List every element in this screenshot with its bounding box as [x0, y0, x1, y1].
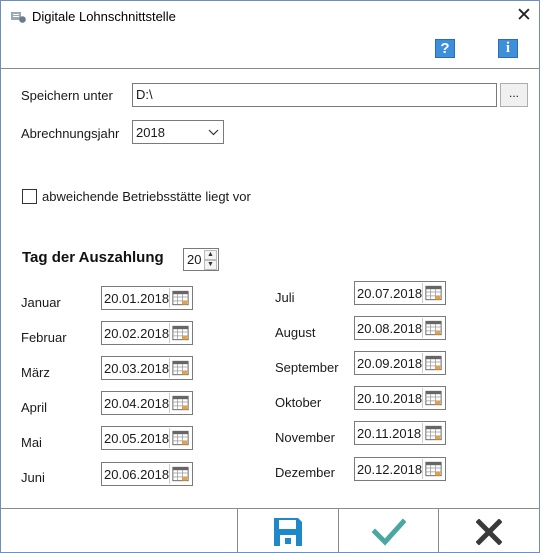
- chevron-down-icon: [208, 129, 219, 136]
- date-value: 20.02.2018: [104, 326, 170, 341]
- title-bar: Digitale Lohnschnittstelle ✕: [1, 1, 539, 32]
- date-input[interactable]: 20.10.2018: [354, 386, 446, 410]
- date-value: 20.06.2018: [104, 467, 170, 482]
- tag-value: 20: [187, 252, 202, 267]
- year-value: 2018: [136, 125, 165, 140]
- month-label: Januar: [21, 295, 61, 310]
- toolbar-divider: [1, 68, 539, 69]
- stepper-down-icon[interactable]: ▼: [204, 260, 217, 270]
- tag-stepper[interactable]: 20 ▲ ▼: [183, 248, 219, 271]
- calendar-icon[interactable]: [169, 393, 191, 413]
- month-label: September: [275, 360, 339, 375]
- date-value: 20.07.2018: [357, 286, 423, 301]
- betriebsstaette-checkbox[interactable]: [22, 189, 37, 204]
- date-value: 20.05.2018: [104, 431, 170, 446]
- calendar-icon[interactable]: [169, 428, 191, 448]
- stepper-up-icon[interactable]: ▲: [204, 250, 217, 260]
- date-input[interactable]: 20.05.2018: [101, 426, 193, 450]
- calendar-icon[interactable]: [422, 318, 444, 338]
- calendar-icon[interactable]: [169, 323, 191, 343]
- calendar-icon[interactable]: [422, 283, 444, 303]
- month-label: Juli: [275, 290, 295, 305]
- month-label: August: [275, 325, 316, 340]
- help-icon[interactable]: ?: [435, 39, 455, 58]
- calendar-icon[interactable]: [169, 358, 191, 378]
- date-input[interactable]: 20.06.2018: [101, 462, 193, 486]
- date-input[interactable]: 20.01.2018: [101, 286, 193, 310]
- checkbox-label: abweichende Betriebsstätte liegt vor: [42, 189, 251, 204]
- year-select[interactable]: 2018: [132, 120, 224, 144]
- month-label: Februar: [21, 330, 67, 345]
- save-button[interactable]: [238, 510, 338, 553]
- speichern-label: Speichern unter: [21, 88, 113, 103]
- date-value: 20.08.2018: [357, 321, 423, 336]
- calendar-icon[interactable]: [169, 464, 191, 484]
- month-label: Dezember: [275, 465, 335, 480]
- date-value: 20.01.2018: [104, 291, 170, 306]
- window-title: Digitale Lohnschnittstelle: [32, 9, 176, 24]
- calendar-icon[interactable]: [422, 388, 444, 408]
- date-input[interactable]: 20.07.2018: [354, 281, 446, 305]
- date-input[interactable]: 20.02.2018: [101, 321, 193, 345]
- month-label: April: [21, 400, 48, 415]
- ok-button[interactable]: [339, 510, 438, 553]
- date-value: 20.12.2018: [357, 462, 423, 477]
- date-value: 20.10.2018: [357, 391, 423, 406]
- calendar-icon[interactable]: [422, 423, 444, 443]
- save-icon: [274, 518, 302, 546]
- month-label: März: [21, 365, 50, 380]
- month-label: Mai: [21, 435, 42, 450]
- cancel-button[interactable]: [439, 510, 539, 553]
- calendar-icon[interactable]: [422, 459, 444, 479]
- date-input[interactable]: 20.11.2018: [354, 421, 446, 445]
- app-icon: [11, 12, 26, 23]
- info-icon[interactable]: i: [498, 39, 518, 58]
- footer-divider: [1, 508, 539, 509]
- date-value: 20.03.2018: [104, 361, 170, 376]
- date-input[interactable]: 20.12.2018: [354, 457, 446, 481]
- month-label: Oktober: [275, 395, 322, 410]
- path-input[interactable]: D:\: [132, 83, 497, 107]
- close-icon: [476, 519, 502, 545]
- calendar-icon[interactable]: [169, 288, 191, 308]
- calendar-icon[interactable]: [422, 353, 444, 373]
- close-icon[interactable]: ✕: [513, 5, 535, 27]
- date-value: 20.11.2018: [357, 426, 422, 441]
- date-input[interactable]: 20.03.2018: [101, 356, 193, 380]
- jahr-label: Abrechnungsjahr: [21, 126, 120, 141]
- date-value: 20.09.2018: [357, 356, 423, 371]
- browse-button[interactable]: ...: [500, 83, 528, 107]
- date-input[interactable]: 20.04.2018: [101, 391, 193, 415]
- month-label: Juni: [21, 470, 45, 485]
- dialog-window: Digitale Lohnschnittstelle ✕ ? i Speiche…: [0, 0, 540, 553]
- month-label: November: [275, 430, 335, 445]
- date-value: 20.04.2018: [104, 396, 170, 411]
- tag-heading: Tag der Auszahlung: [22, 249, 164, 266]
- date-input[interactable]: 20.08.2018: [354, 316, 446, 340]
- date-input[interactable]: 20.09.2018: [354, 351, 446, 375]
- checkmark-icon: [372, 518, 406, 546]
